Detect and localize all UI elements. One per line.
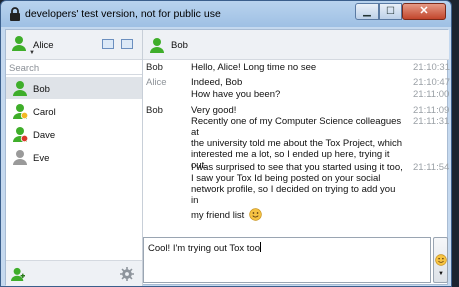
close-button[interactable]: ✕	[402, 3, 446, 20]
message-line-wrap: my friend list	[191, 208, 405, 221]
message-line: my friend list	[191, 210, 245, 221]
message-input-value: Cool! I'm trying out Tox too	[148, 243, 260, 254]
message-time: 21:11:31	[413, 116, 450, 127]
message-author: Alice	[146, 77, 167, 88]
message-line: network profile, so I decided on trying …	[191, 184, 396, 206]
message-line: Recently one of my Computer Science coll…	[191, 116, 402, 138]
message-line: the university told me about the Tox Pro…	[191, 138, 403, 149]
message-time: 21:11:00	[413, 89, 450, 100]
search-input[interactable]: Search	[6, 61, 142, 75]
message-line: Indeed, Bob	[191, 77, 243, 88]
message-time: 21:11:54	[413, 162, 450, 173]
self-name[interactable]: Alice	[33, 40, 54, 51]
chat-contact-name: Bob	[171, 40, 188, 51]
message-text: Indeed, Bob	[191, 77, 405, 88]
message-author: Bob	[146, 105, 163, 116]
message-row: Bob Very good! 21:11:09	[143, 105, 449, 116]
smiley-emoji-icon	[435, 254, 447, 266]
self-avatar-icon[interactable]	[11, 35, 27, 51]
friend-name: Eve	[33, 153, 50, 164]
message-text: How have you been?	[191, 89, 405, 100]
message-line: interested me a lot, so I ended up here,…	[191, 149, 390, 160]
message-time: 21:10:47	[413, 77, 450, 88]
friend-item-eve[interactable]: Eve	[6, 146, 142, 168]
main-panel: ▼ Alice Search Bob Carol Dave Eve Bob Bo…	[5, 29, 450, 286]
message-text: Hello, Alice! Long time no see	[191, 62, 405, 73]
message-row: Recently one of my Computer Science coll…	[143, 116, 450, 171]
lock-icon	[10, 7, 20, 21]
close-icon: ✕	[419, 5, 429, 17]
message-line: How have you been?	[191, 89, 281, 100]
message-line: Hello, Alice! Long time no see	[191, 62, 317, 73]
app-window: developers' test version, not for public…	[0, 0, 452, 287]
minimize-icon: ▁	[363, 5, 371, 17]
minimize-button[interactable]: ▁	[355, 3, 379, 20]
smiley-emoji-icon	[249, 208, 262, 221]
message-row: Alice Indeed, Bob 21:10:47	[143, 77, 450, 88]
friend-avatar-icon	[13, 150, 27, 165]
friend-avatar-icon	[13, 104, 28, 119]
friend-name: Bob	[33, 84, 50, 95]
maximize-icon: ☐	[386, 5, 395, 17]
message-author: Bob	[146, 62, 163, 73]
copy-id-icon[interactable]	[121, 39, 133, 49]
friend-name: Carol	[33, 107, 56, 118]
sidebar-footer	[6, 260, 142, 286]
friend-avatar-icon	[13, 127, 28, 142]
message-line: I was surprised to see that you started …	[191, 162, 403, 173]
add-friend-icon[interactable]	[11, 267, 25, 281]
window-title: developers' test version, not for public…	[25, 8, 221, 20]
friend-name: Dave	[33, 130, 56, 141]
message-time: 21:10:31	[413, 62, 450, 73]
emoji-button[interactable]: ▼	[433, 237, 448, 283]
message-input[interactable]: Cool! I'm trying out Tox too	[143, 237, 431, 283]
self-profile-bar: ▼ Alice	[6, 30, 142, 60]
friend-avatar-icon	[13, 81, 27, 96]
text-cursor	[260, 242, 261, 252]
emoji-dropdown-icon: ▼	[438, 271, 444, 277]
friend-item-dave[interactable]: Dave	[6, 123, 142, 145]
message-time: 21:11:09	[413, 105, 450, 116]
message-row: How have you been? 21:11:00	[143, 89, 449, 100]
message-row: I was surprised to see that you started …	[143, 162, 450, 221]
settings-gear-icon[interactable]	[120, 267, 134, 281]
friend-item-bob[interactable]: Bob	[6, 77, 142, 99]
message-line: Very good!	[191, 105, 237, 116]
message-line: I saw your Tox Id being posted on your s…	[191, 173, 381, 184]
message-text: Very good!	[191, 105, 405, 116]
contact-avatar-icon	[150, 38, 164, 53]
message-row: Bob Hello, Alice! Long time no see 21:10…	[143, 62, 450, 73]
maximize-button[interactable]: ☐	[379, 3, 402, 20]
title-bar[interactable]: developers' test version, not for public…	[1, 1, 451, 27]
chat-header: Bob	[143, 30, 449, 60]
message-text: I was surprised to see that you started …	[191, 162, 405, 221]
friend-item-carol[interactable]: Carol	[6, 100, 142, 122]
edit-profile-icon[interactable]	[102, 39, 114, 49]
